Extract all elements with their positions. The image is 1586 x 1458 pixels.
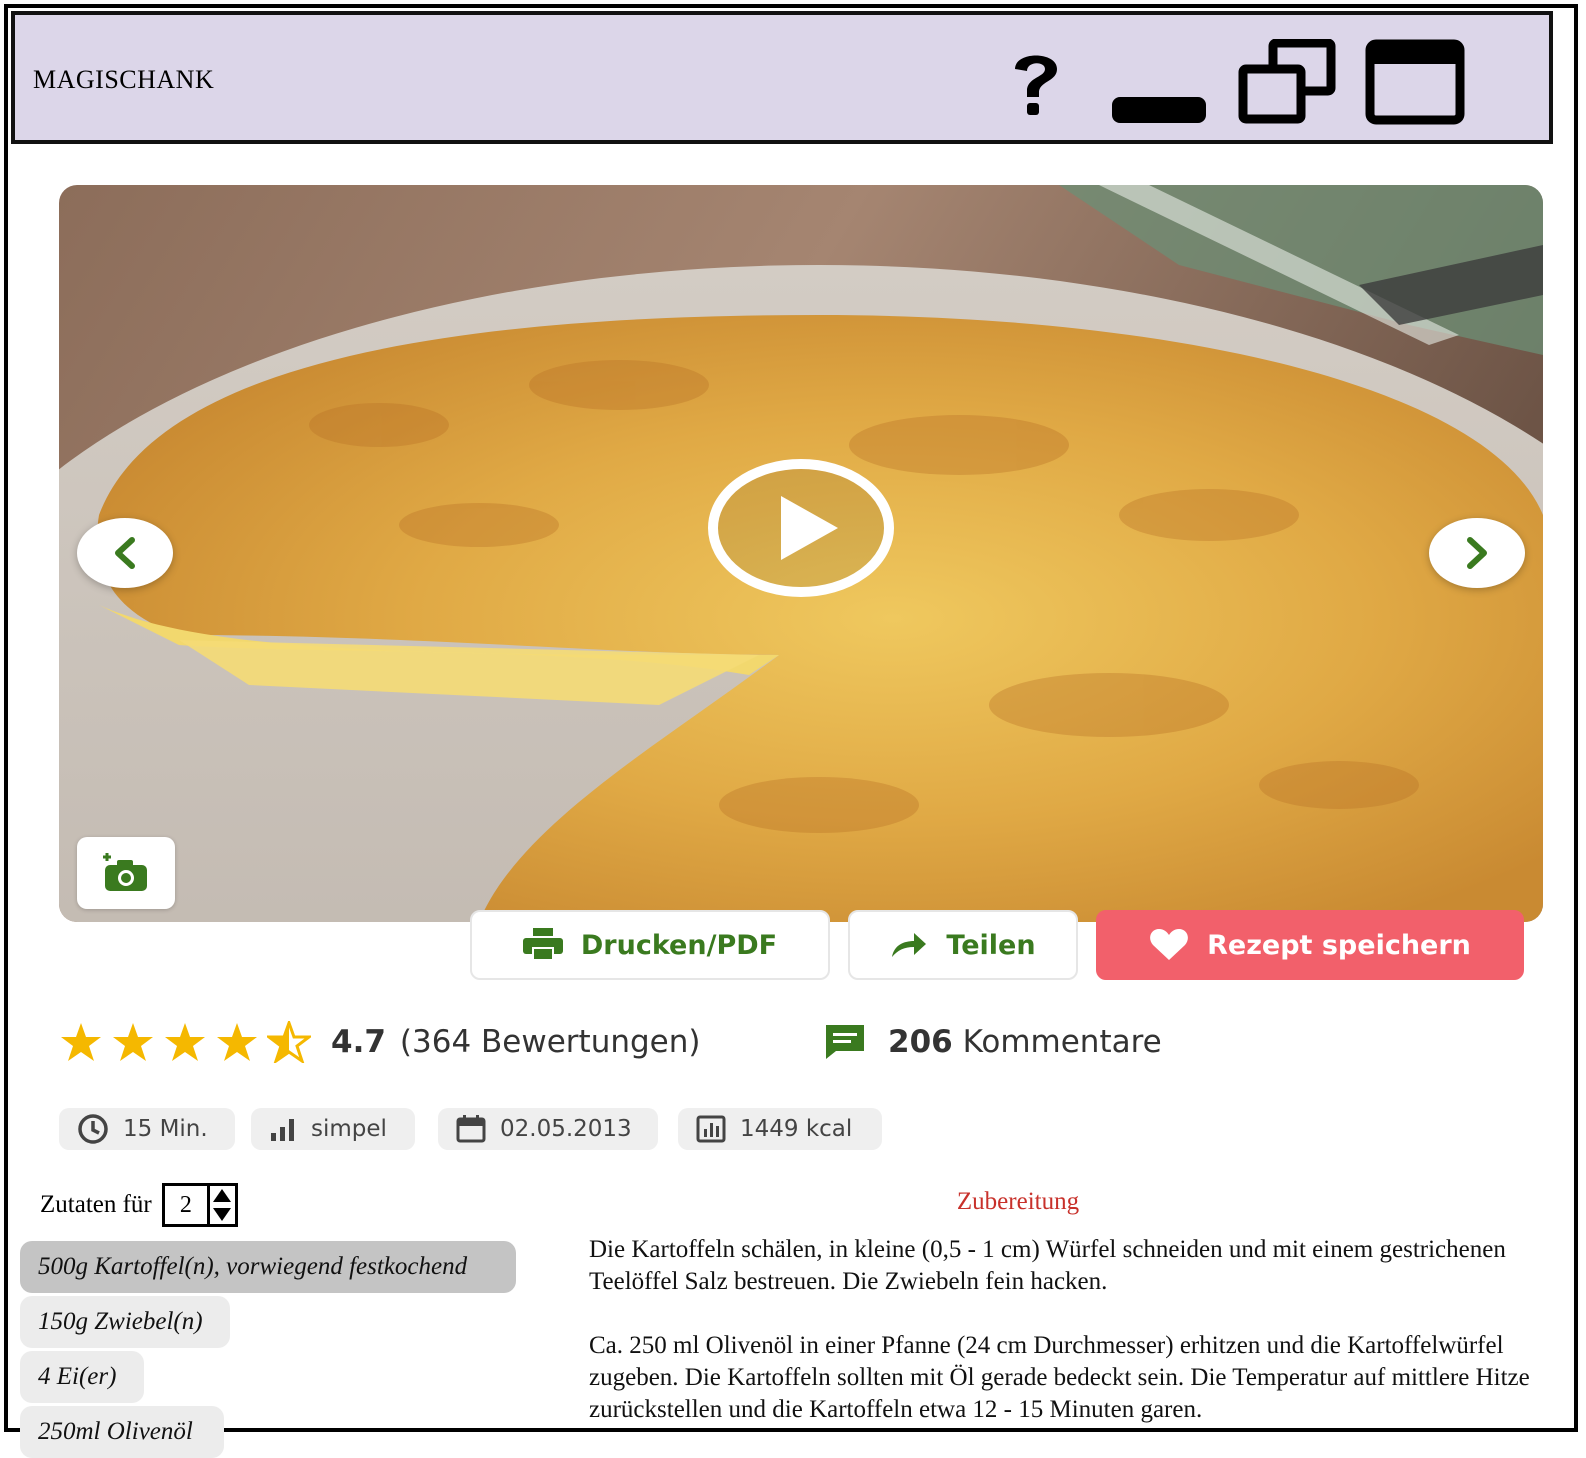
print-pdf-button[interactable]: Drucken/PDF: [470, 910, 830, 980]
star-full-icon: [61, 1023, 101, 1061]
preparation-title: Zubereitung: [956, 1188, 1080, 1215]
date-chip: 02.05.2013: [438, 1108, 658, 1150]
servings-stepper[interactable]: 2: [161, 1183, 238, 1227]
play-icon: [708, 459, 894, 597]
share-button[interactable]: Teilen: [848, 910, 1078, 980]
calories: 1449 kcal: [740, 1116, 853, 1142]
printer-icon: [522, 928, 563, 961]
restore-icon[interactable]: [1237, 39, 1337, 125]
prep-time-chip: 15 Min.: [59, 1108, 235, 1150]
preparation-text: Die Kartoffeln schälen, in kleine (0,5 -…: [589, 1234, 1579, 1458]
prev-image-button[interactable]: [77, 518, 173, 588]
print-label: Drucken/PDF: [580, 929, 778, 961]
comment-icon: [826, 1025, 864, 1059]
chevron-right-icon: [1467, 537, 1487, 569]
bar-chart-icon: [696, 1115, 726, 1143]
rating-count[interactable]: (364 Bewertungen): [400, 1024, 701, 1060]
save-recipe-button[interactable]: Rezept speichern: [1096, 910, 1524, 980]
save-label: Rezept speichern: [1207, 929, 1471, 961]
camera-plus-icon: [103, 853, 147, 891]
title-bar: MAGISCHANK: [11, 11, 1553, 144]
maximize-icon[interactable]: [1365, 39, 1465, 125]
next-image-button[interactable]: [1429, 518, 1525, 588]
publish-date: 02.05.2013: [500, 1116, 632, 1142]
recipe-hero-image: [59, 185, 1543, 922]
prep-time: 15 Min.: [123, 1116, 208, 1142]
app-title: MAGISCHANK: [33, 65, 215, 94]
star-half-icon: [267, 1021, 311, 1063]
preparation-step: Ca. 250 ml Olivenöl in einer Pfanne (24 …: [589, 1332, 1530, 1423]
star-full-icon: [217, 1023, 257, 1061]
difficulty-chip: simpel: [251, 1108, 415, 1150]
play-video-button[interactable]: [706, 458, 896, 598]
ingredient-item[interactable]: 4 Ei(er): [20, 1351, 144, 1403]
heart-icon: [1150, 929, 1188, 960]
ingredients-label: Zutaten für: [40, 1191, 152, 1218]
preparation-step: Die Kartoffeln schälen, in kleine (0,5 -…: [589, 1236, 1506, 1295]
share-label: Teilen: [946, 929, 1036, 961]
add-photo-button[interactable]: [77, 837, 175, 909]
app-window: MAGISCHANK Drucken/PDF Teilen Rezept spe…: [4, 4, 1578, 1458]
comments-count: 206: [888, 1024, 953, 1060]
stepper-arrows[interactable]: [206, 1186, 235, 1224]
star-rating[interactable]: [59, 1021, 311, 1063]
clock-icon: [78, 1114, 108, 1144]
chevron-left-icon: [115, 537, 135, 569]
rating-value: 4.7: [331, 1024, 386, 1060]
share-arrow-icon: [892, 933, 927, 957]
servings-control: Zutaten für 2: [40, 1183, 238, 1227]
ingredient-item[interactable]: 250ml Olivenöl: [20, 1406, 224, 1458]
comments-link[interactable]: 206 Kommentare: [824, 1014, 1162, 1070]
signal-bars-icon: [271, 1119, 294, 1141]
help-icon[interactable]: [1005, 47, 1067, 119]
difficulty: simpel: [311, 1116, 387, 1142]
comments-label: Kommentare: [962, 1024, 1162, 1060]
up-down-arrows-icon: [213, 1189, 232, 1221]
rating: 4.7 (364 Bewertungen): [59, 1014, 701, 1070]
calendar-icon: [456, 1115, 486, 1143]
ingredient-item[interactable]: 500g Kartoffel(n), vorwiegend festkochen…: [20, 1241, 516, 1293]
servings-value[interactable]: 2: [165, 1186, 207, 1224]
calories-chip: 1449 kcal: [678, 1108, 882, 1150]
star-full-icon: [165, 1023, 205, 1061]
minimize-icon[interactable]: [1110, 95, 1208, 125]
ingredient-item[interactable]: 150g Zwiebel(n): [20, 1296, 230, 1348]
star-full-icon: [113, 1023, 153, 1061]
